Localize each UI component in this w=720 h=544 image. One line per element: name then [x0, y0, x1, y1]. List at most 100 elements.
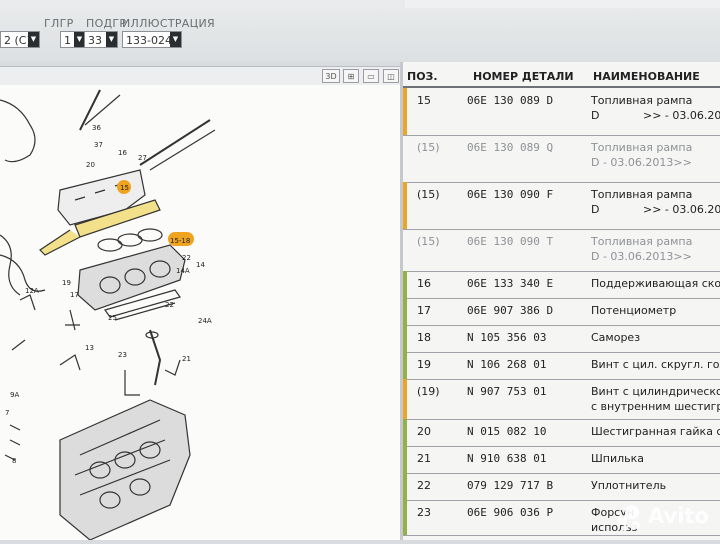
row-status-bar — [403, 446, 407, 473]
label-12a: 12A — [25, 287, 39, 295]
label-14a: 14A — [176, 267, 190, 275]
label-23: 23 — [118, 351, 127, 359]
row-part-number: 079 129 717 B — [467, 479, 554, 492]
row-name: Поддерживающая скоба — [591, 277, 720, 290]
table-row[interactable]: 20 N 015 082 10 Шестигранная гайка с бур — [403, 419, 720, 447]
table-row[interactable]: (15) 06E 130 089 Q Топливная рампа D - 03.0… — [403, 135, 720, 183]
label-13: 13 — [85, 344, 94, 352]
table-row[interactable]: 18 N 105 356 03 Саморез — [403, 325, 720, 353]
exploded-view-drawing: 36 37 20 16 27 15 15-18 22 14 14A 22 25 … — [0, 89, 216, 541]
row-status-bar — [403, 473, 407, 500]
row-name: Шпилька — [591, 452, 645, 465]
filter-value-2: 33 — [88, 34, 102, 47]
filter-label-1: ГЛГР — [44, 17, 74, 30]
row-pos: 19 — [417, 358, 431, 371]
row-status-bar — [403, 325, 407, 352]
row-part-number: 06E 133 340 E — [467, 277, 554, 290]
row-pos: 20 — [417, 425, 431, 438]
row-name: Винт с цилиндрической г — [591, 385, 720, 398]
label-37: 37 — [94, 141, 103, 149]
row-status-bar — [403, 271, 407, 298]
table-row[interactable]: (15) 06E 130 090 T Топливная рампа D - 03.0… — [403, 229, 720, 272]
row-part-number: 06E 130 090 T — [467, 235, 554, 248]
label-22b: 22 — [165, 301, 174, 309]
table-row[interactable]: 16 06E 133 340 E Поддерживающая скоба — [403, 271, 720, 299]
table-row[interactable]: 15 06E 130 089 D Топливная рампа D >> - 03.0… — [403, 88, 720, 136]
filter-select-3[interactable]: 133-024 ▼ — [122, 31, 182, 48]
label-7: 7 — [5, 409, 9, 417]
table-row[interactable]: 17 06E 907 386 D Потенциометр — [403, 298, 720, 326]
row-name: Топливная рампа — [591, 235, 693, 248]
row-subtext: D - 03.06.2013>> — [591, 250, 692, 263]
filter-label-2: ПОДГР — [86, 17, 127, 30]
avito-text: Avito — [648, 504, 709, 528]
table-row[interactable]: (15) 06E 130 090 F Топливная рампа D >> - 03… — [403, 182, 720, 230]
row-status-bar — [403, 352, 407, 379]
table-row[interactable]: 21 N 910 638 01 Шпилька — [403, 446, 720, 474]
row-part-number: 06E 130 090 F — [467, 188, 554, 201]
row-name: Потенциометр — [591, 304, 677, 317]
filter-select-2[interactable]: 33 ▼ — [84, 31, 118, 48]
parts-table: ПОЗ. НОМЕР ДЕТАЛИ НАИМЕНОВАНИЕ 15 06E 130… — [403, 62, 720, 540]
label-25: 25 — [108, 314, 117, 322]
row-subtext: D — [591, 203, 600, 216]
print-icon: ▭ — [367, 72, 375, 81]
table-header: ПОЗ. НОМЕР ДЕТАЛИ НАИМЕНОВАНИЕ — [403, 66, 720, 88]
filter-value-0: 2 (C) — [4, 34, 31, 47]
parts-illustration[interactable]: 36 37 20 16 27 15 15-18 22 14 14A 22 25 … — [0, 85, 400, 541]
filter-label-3: ИЛЛЮСТРАЦИЯ — [122, 17, 215, 30]
row-name: Топливная рампа — [591, 94, 693, 107]
top-strip — [405, 0, 720, 8]
header-pos: ПОЗ. — [407, 70, 438, 83]
table-row[interactable]: 19 N 106 268 01 Винт с цил. скругл. голов — [403, 352, 720, 380]
label-19: 19 — [62, 279, 71, 287]
row-pos: 18 — [417, 331, 431, 344]
row-subtext: D - 03.06.2013>> — [591, 156, 692, 169]
label-21: 21 — [182, 355, 191, 363]
label-16: 16 — [118, 149, 127, 157]
label-27: 27 — [138, 154, 147, 162]
chevron-down-icon: ▼ — [170, 32, 181, 47]
filter-select-1[interactable]: 1 ▼ — [60, 31, 86, 48]
table-row[interactable]: (19) N 907 753 01 Винт с цилиндрической г с… — [403, 379, 720, 420]
row-part-number: N 910 638 01 — [467, 452, 547, 465]
row-part-number: N 015 082 10 — [467, 425, 547, 438]
row-subtext: D — [591, 109, 600, 122]
row-status-bar — [403, 419, 407, 446]
row-pos: (19) — [417, 385, 440, 398]
row-status-bar — [403, 298, 407, 325]
diagram-toolbar: 3D ⊞ ▭ ◫ — [0, 66, 400, 87]
label-20: 20 — [86, 161, 95, 169]
row-part-number: 06E 906 036 P — [467, 506, 554, 519]
row-status-bar — [403, 182, 407, 229]
print-button[interactable]: ▭ — [363, 69, 379, 83]
split-view-button[interactable]: ◫ — [383, 69, 399, 83]
view-3d-button[interactable]: 3D — [322, 69, 340, 83]
row-subtext: с внутренним шестигранн — [591, 400, 720, 413]
row-pos: (15) — [417, 141, 440, 154]
row-status-bar — [403, 88, 407, 135]
row-part-number: N 105 356 03 — [467, 331, 547, 344]
row-name: Винт с цил. скругл. голов — [591, 358, 720, 371]
chevron-down-icon: ▼ — [28, 32, 39, 47]
row-part-number: 06E 130 089 Q — [467, 141, 554, 154]
row-pos: 21 — [417, 452, 431, 465]
zoom-fit-button[interactable]: ⊞ — [343, 69, 359, 83]
table-row[interactable]: 22 079 129 717 B Уплотнитель — [403, 473, 720, 501]
row-part-number: 06E 907 386 D — [467, 304, 554, 317]
chevron-down-icon: ▼ — [106, 32, 117, 47]
row-name: Шестигранная гайка с бур — [591, 425, 720, 438]
label-15-18: 15-18 — [170, 237, 190, 245]
label-9a: 9A — [10, 391, 19, 399]
row-part-number: 06E 130 089 D — [467, 94, 554, 107]
row-status-bar — [403, 500, 407, 535]
label-8: 8 — [12, 457, 16, 465]
header-name: НАИМЕНОВАНИЕ — [593, 70, 700, 83]
row-name: Уплотнитель — [591, 479, 667, 492]
filter-bar: 2 (C) ▼ ГЛГР 1 ▼ ПОДГР 33 ▼ ИЛЛЮСТРАЦИЯ … — [0, 0, 720, 62]
zoom-icon: ⊞ — [347, 72, 355, 81]
filter-select-0[interactable]: 2 (C) ▼ — [0, 31, 40, 48]
row-pos: (15) — [417, 188, 440, 201]
row-part-number: N 907 753 01 — [467, 385, 547, 398]
row-name: Топливная рампа — [591, 188, 693, 201]
